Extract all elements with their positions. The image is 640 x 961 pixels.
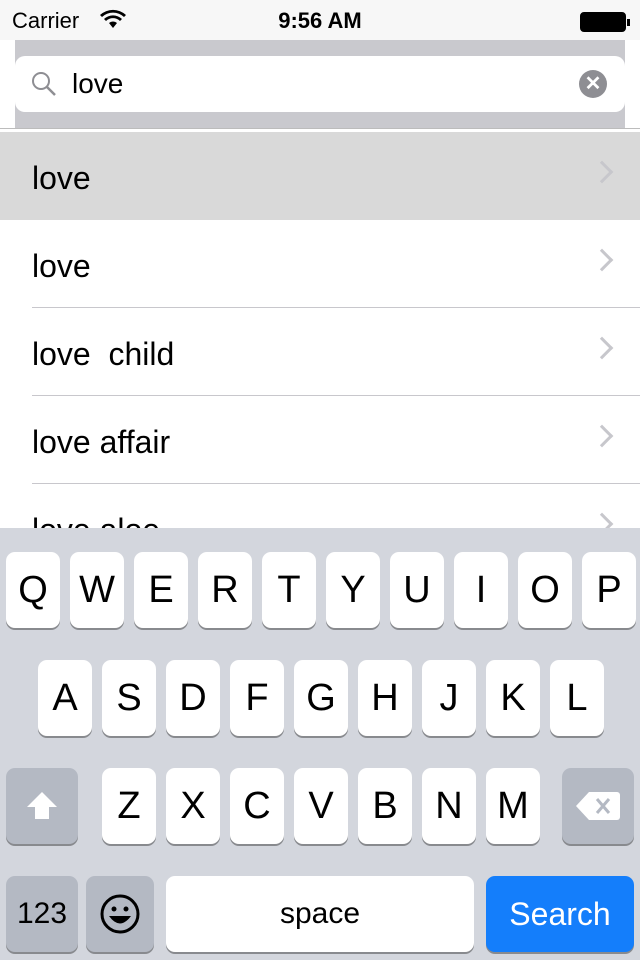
result-label: love affair	[32, 424, 171, 460]
result-row[interactable]: love	[0, 220, 640, 308]
numbers-key[interactable]: 123	[6, 876, 78, 952]
battery-icon	[580, 12, 630, 32]
key-a[interactable]: A	[38, 660, 92, 736]
chevron-right-icon	[590, 160, 614, 184]
key-l[interactable]: L	[550, 660, 604, 736]
key-e[interactable]: E	[134, 552, 188, 628]
status-bar: Carrier 9:56 AM	[0, 0, 640, 40]
key-r[interactable]: R	[198, 552, 252, 628]
key-u[interactable]: U	[390, 552, 444, 628]
key-b[interactable]: B	[358, 768, 412, 844]
clear-icon[interactable]: ✕	[579, 70, 607, 98]
key-w[interactable]: W	[70, 552, 124, 628]
result-row[interactable]: love affair	[0, 396, 640, 484]
key-t[interactable]: T	[262, 552, 316, 628]
shift-icon	[27, 792, 57, 819]
key-q[interactable]: Q	[6, 552, 60, 628]
result-label: love	[32, 160, 91, 196]
key-m[interactable]: M	[486, 768, 540, 844]
chevron-right-icon	[590, 248, 614, 272]
key-g[interactable]: G	[294, 660, 348, 736]
key-d[interactable]: D	[166, 660, 220, 736]
result-label: love child	[32, 336, 175, 372]
key-j[interactable]: J	[422, 660, 476, 736]
key-k[interactable]: K	[486, 660, 540, 736]
keyboard: Q W E R T Y U I O P A S D F G H J K L Z X C V B N M 123 space Search	[0, 528, 640, 960]
search-icon	[32, 72, 56, 96]
result-row[interactable]: love child	[0, 308, 640, 396]
divider	[0, 128, 640, 129]
key-o[interactable]: O	[518, 552, 572, 628]
search-input-value[interactable]: love	[72, 68, 123, 100]
key-p[interactable]: P	[582, 552, 636, 628]
emoji-icon	[100, 894, 140, 934]
key-i[interactable]: I	[454, 552, 508, 628]
key-x[interactable]: X	[166, 768, 220, 844]
key-c[interactable]: C	[230, 768, 284, 844]
key-n[interactable]: N	[422, 768, 476, 844]
chevron-right-icon	[590, 336, 614, 360]
space-key[interactable]: space	[166, 876, 474, 952]
backspace-icon	[576, 792, 620, 820]
result-label: love	[32, 248, 91, 284]
result-row[interactable]: love	[0, 132, 640, 220]
shift-key[interactable]	[6, 768, 78, 844]
chevron-right-icon	[590, 424, 614, 448]
key-f[interactable]: F	[230, 660, 284, 736]
key-v[interactable]: V	[294, 768, 348, 844]
key-s[interactable]: S	[102, 660, 156, 736]
search-button[interactable]: Search	[486, 876, 634, 952]
emoji-key[interactable]	[86, 876, 154, 952]
key-z[interactable]: Z	[102, 768, 156, 844]
key-h[interactable]: H	[358, 660, 412, 736]
delete-key[interactable]	[562, 768, 634, 844]
clock: 9:56 AM	[278, 8, 362, 33]
key-y[interactable]: Y	[326, 552, 380, 628]
